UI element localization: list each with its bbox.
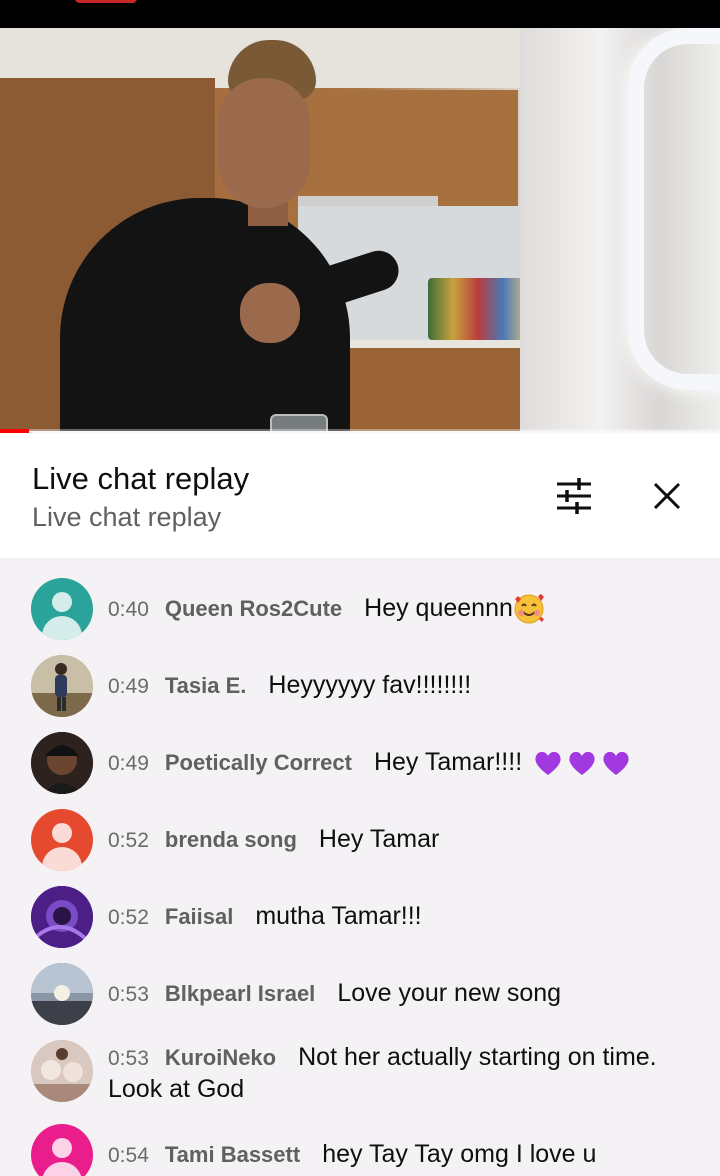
message-author[interactable]: Blkpearl Israel	[165, 981, 315, 1006]
live-chat-header: Live chat replay Live chat replay	[0, 433, 720, 558]
avatar[interactable]	[31, 809, 93, 871]
user-silhouette-icon	[52, 592, 72, 612]
chat-mode-selector[interactable]: Live chat replay	[32, 502, 221, 533]
message-text: hey Tay Tay omg I love u	[322, 1140, 597, 1168]
ring-light	[628, 28, 720, 390]
smiling-face-with-hearts-icon	[514, 594, 544, 624]
recording-indicator	[75, 0, 137, 3]
message-timestamp: 0:52	[108, 906, 149, 929]
message-author[interactable]: KuroiNeko	[165, 1045, 276, 1070]
purple-heart-icon	[569, 752, 595, 776]
user-silhouette-icon	[52, 1138, 72, 1158]
tune-icon	[557, 478, 591, 514]
close-icon	[653, 482, 681, 510]
avatar[interactable]	[31, 732, 93, 794]
status-bar	[0, 0, 720, 28]
purple-heart-icon	[603, 752, 629, 776]
message-author[interactable]: brenda song	[165, 827, 297, 852]
message-timestamp: 0:54	[108, 1144, 149, 1167]
message-text: Hey queennn	[364, 594, 513, 622]
message-timestamp: 0:53	[108, 1047, 149, 1070]
message-text: Heyyyyyy fav!!!!!!!!	[268, 671, 472, 699]
chat-title: Live chat replay	[32, 461, 250, 496]
avatar[interactable]	[31, 655, 93, 717]
user-silhouette-icon	[52, 823, 72, 843]
chat-filter-button[interactable]	[551, 473, 597, 519]
message-timestamp: 0:52	[108, 829, 149, 852]
video-player[interactable]	[0, 28, 720, 431]
message-timestamp: 0:49	[108, 752, 149, 775]
avatar[interactable]	[31, 963, 93, 1025]
message-timestamp: 0:40	[108, 598, 149, 621]
message-text: mutha Tamar!!!	[255, 902, 422, 930]
message-author[interactable]: Tami Bassett	[165, 1142, 300, 1167]
message-timestamp: 0:53	[108, 983, 149, 1006]
avatar[interactable]	[31, 578, 93, 640]
message-author[interactable]: Queen Ros2Cute	[165, 596, 342, 621]
close-chat-button[interactable]	[644, 473, 690, 519]
message-author[interactable]: Faiisal	[165, 904, 233, 929]
chat-message-list[interactable]: 0:40 Queen Ros2Cute Hey queennn 0:49 Tas…	[0, 558, 720, 1176]
message-text: Hey Tamar	[318, 825, 440, 853]
message-text: Love your new song	[337, 979, 562, 1007]
avatar[interactable]	[31, 886, 93, 948]
avatar[interactable]	[31, 1040, 93, 1102]
purple-heart-icon	[535, 752, 561, 776]
avatar[interactable]	[31, 1124, 93, 1176]
message-author[interactable]: Tasia E.	[165, 673, 247, 698]
message-text: Hey Tamar!!!!	[373, 748, 530, 776]
message-author[interactable]: Poetically Correct	[165, 750, 352, 775]
message-timestamp: 0:49	[108, 675, 149, 698]
